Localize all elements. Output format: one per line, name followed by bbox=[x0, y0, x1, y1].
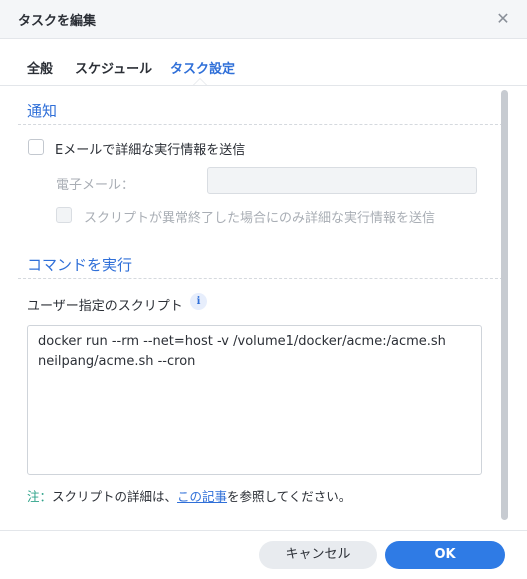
tab-task-settings[interactable]: タスク設定 bbox=[170, 58, 235, 77]
note-prefix: 注： bbox=[27, 489, 53, 504]
ok-button[interactable]: OK bbox=[385, 541, 505, 569]
section-divider bbox=[18, 124, 508, 125]
section-divider bbox=[18, 278, 508, 279]
close-icon[interactable]: ✕ bbox=[493, 9, 513, 29]
section-title-command: コマンドを実行 bbox=[27, 256, 133, 274]
email-checkbox-label: Eメールで詳細な実行情報を送信 bbox=[55, 143, 246, 158]
email-field[interactable] bbox=[207, 167, 477, 194]
section-title-notify: 通知 bbox=[27, 102, 58, 120]
tab-general[interactable]: 全般 bbox=[27, 58, 53, 77]
help-note: 注：スクリプトの詳細は、この記事を参照してください。 bbox=[27, 486, 351, 505]
dialog-title: タスクを編集 bbox=[18, 14, 97, 29]
dialog-footer: キャンセル OK bbox=[0, 530, 527, 579]
article-link[interactable]: この記事 bbox=[177, 489, 227, 504]
abnormal-only-label: スクリプトが異常終了した場合にのみ詳細な実行情報を送信 bbox=[84, 211, 436, 226]
dialog-content: 通知 Eメールで詳細な実行情報を送信 電子メール： スクリプトが異常終了した場合… bbox=[0, 86, 527, 530]
abnormal-only-checkbox[interactable] bbox=[56, 207, 72, 223]
email-field-label: 電子メール： bbox=[56, 178, 135, 193]
scrollbar[interactable] bbox=[501, 90, 508, 520]
note-text-after: を参照してください。 bbox=[227, 489, 352, 504]
script-textarea[interactable]: docker run --rm --net=host -v /volume1/d… bbox=[27, 325, 482, 475]
tab-schedule[interactable]: スケジュール bbox=[75, 58, 152, 77]
email-checkbox[interactable] bbox=[28, 139, 44, 155]
dialog-titlebar: タスクを編集 ✕ bbox=[0, 0, 527, 39]
cancel-button[interactable]: キャンセル bbox=[259, 541, 377, 569]
active-tab-indicator bbox=[193, 78, 207, 85]
script-label: ユーザー指定のスクリプト bbox=[27, 299, 183, 314]
info-icon[interactable]: i bbox=[190, 293, 207, 310]
note-text-before: スクリプトの詳細は、 bbox=[52, 489, 178, 504]
tab-bar: 全般 スケジュール タスク設定 bbox=[0, 38, 527, 86]
